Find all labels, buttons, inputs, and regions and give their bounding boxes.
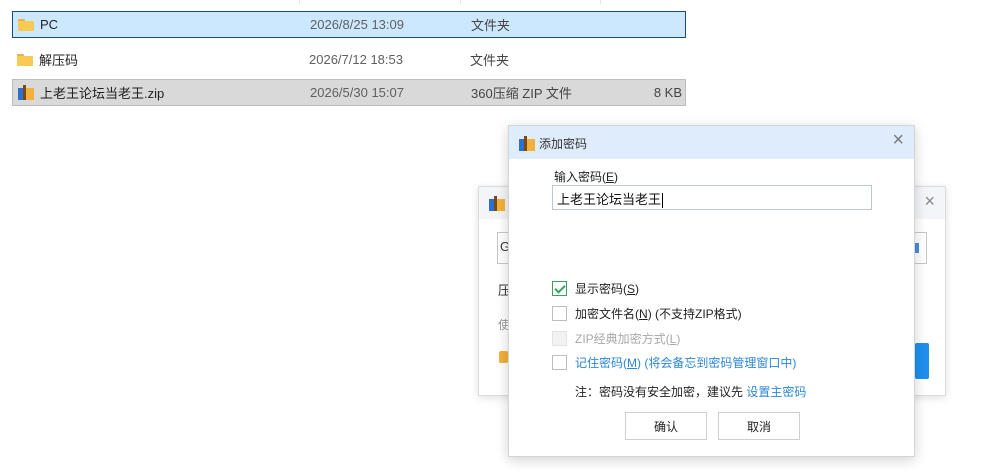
- file-date: 2026/5/30 15:07: [310, 85, 404, 100]
- option-label: 加密文件名(N) (不支持ZIP格式): [575, 307, 742, 321]
- close-icon[interactable]: ×: [892, 129, 904, 152]
- confirm-button[interactable]: 确认: [625, 412, 707, 440]
- file-date: 2026/8/25 13:09: [310, 17, 404, 32]
- file-type: 文件夹: [470, 53, 510, 68]
- file-name-cell: PC: [18, 17, 58, 32]
- zip-classic-encryption-option: ZIP经典加密方式(L): [552, 330, 680, 347]
- text-caret: [662, 193, 664, 209]
- column-divider: [299, 0, 300, 4]
- folder-icon: [17, 53, 33, 66]
- folder-icon: [18, 18, 34, 31]
- password-label: 输入密码(E): [554, 170, 619, 184]
- option-label: 记住密码(M) (将会备忘到密码管理窗口中): [575, 356, 797, 370]
- file-name: 解压码: [39, 53, 79, 68]
- file-date: 2026/7/12 18:53: [309, 52, 403, 67]
- option-label: 显示密码(S): [575, 282, 640, 296]
- file-type: 文件夹: [471, 18, 511, 33]
- file-name: PC: [40, 17, 59, 32]
- column-divider: [600, 0, 601, 4]
- remember-password-checkbox[interactable]: [552, 355, 567, 370]
- bg-close-icon[interactable]: ×: [924, 191, 935, 212]
- column-divider: [460, 0, 461, 4]
- zip-archive-icon: [18, 85, 34, 100]
- file-name-cell: 解压码: [17, 50, 78, 69]
- file-row-zip[interactable]: 上老王论坛当老王.zip 2026/5/30 15:07 360压缩 ZIP 文…: [12, 79, 686, 106]
- set-master-password-link[interactable]: 设置主密码: [746, 385, 806, 399]
- file-row-unzip-code[interactable]: 解压码 2026/7/12 18:53 文件夹: [12, 46, 686, 73]
- bg-browse-icon[interactable]: [915, 243, 919, 253]
- encrypt-filenames-option[interactable]: 加密文件名(N) (不支持ZIP格式): [552, 305, 742, 322]
- dialog-titlebar: 添加密码 ×: [509, 126, 914, 159]
- encrypt-filenames-checkbox[interactable]: [552, 306, 567, 321]
- security-note: 注：密码没有安全加密，建议先 设置主密码: [575, 385, 807, 399]
- dialog-title: 添加密码: [539, 137, 588, 151]
- add-password-dialog: 添加密码 × 输入密码(E) 上老王论坛当老王 显示密码(S) 加密文件名(N)…: [508, 125, 915, 457]
- cancel-button[interactable]: 取消: [718, 412, 800, 440]
- option-label: ZIP经典加密方式(L): [575, 332, 681, 346]
- lock-icon[interactable]: [499, 351, 508, 363]
- password-input[interactable]: 上老王论坛当老王: [552, 185, 872, 210]
- file-name: 上老王论坛当老王.zip: [40, 86, 165, 101]
- show-password-option[interactable]: 显示密码(S): [552, 280, 639, 297]
- file-type: 360压缩 ZIP 文件: [471, 86, 572, 101]
- zip-classic-checkbox: [552, 331, 567, 346]
- zip-archive-icon: [519, 136, 535, 151]
- file-row-pc[interactable]: PC 2026/8/25 13:09 文件夹: [12, 11, 686, 38]
- remember-password-option[interactable]: 记住密码(M) (将会备忘到密码管理窗口中): [552, 354, 796, 371]
- zip-archive-icon: [489, 196, 505, 211]
- show-password-checkbox[interactable]: [552, 281, 567, 296]
- file-name-cell: 上老王论坛当老王.zip: [18, 83, 164, 102]
- file-size: 8 KB: [653, 85, 682, 100]
- bg-primary-button[interactable]: [915, 343, 929, 379]
